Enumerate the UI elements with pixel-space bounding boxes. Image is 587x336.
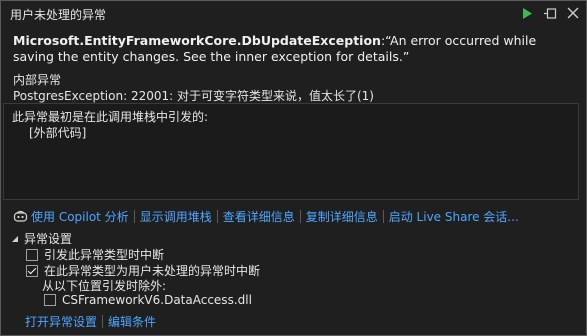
inner-exception-message: PostgresException: 22001: 对于可变字符类型来说，值太长… — [13, 89, 374, 103]
separator — [102, 315, 104, 328]
view-details-link[interactable]: 查看详细信息 — [223, 208, 295, 225]
exception-helper-window: 用户未处理的异常 Microsoft.EntityFrameworkCore.D… — [0, 0, 587, 336]
copy-details-link[interactable]: 复制详细信息 — [306, 208, 378, 225]
dll-exception-option[interactable]: CSFrameworkV6.DataAccess.dll — [44, 293, 252, 307]
exception-type: Microsoft.EntityFrameworkCore.DbUpdateEx… — [13, 33, 381, 48]
break-on-thrown-option[interactable]: 引发此异常类型时中断 — [26, 246, 164, 263]
exception-content: Microsoft.EntityFrameworkCore.DbUpdateEx… — [13, 33, 573, 104]
title-bar-controls — [520, 5, 580, 21]
separator — [133, 210, 135, 223]
continue-play-icon[interactable] — [520, 5, 534, 21]
edit-conditions-link[interactable]: 编辑条件 — [108, 313, 156, 330]
exception-summary: Microsoft.EntityFrameworkCore.DbUpdateEx… — [13, 33, 573, 65]
close-icon[interactable] — [566, 5, 580, 21]
collapse-triangle-icon[interactable] — [11, 235, 19, 243]
settings-links: 打开异常设置 编辑条件 — [25, 313, 156, 330]
dll-name: CSFrameworkV6.DataAccess.dll — [62, 293, 252, 307]
dll-exception-checkbox[interactable] — [44, 294, 56, 306]
restore-window-icon[interactable] — [543, 5, 557, 21]
break-on-thrown-label: 引发此异常类型时中断 — [44, 248, 165, 262]
exception-settings-label: 异常设置 — [24, 232, 73, 246]
separator — [382, 210, 384, 223]
break-unhandled-checkbox[interactable] — [26, 264, 38, 277]
call-stack-header: 此异常最初是在此调用堆栈中引发的: — [12, 110, 209, 124]
inner-exception: 内部异常 PostgresException: 22001: 对于可变字符类型来… — [13, 72, 573, 104]
call-stack-box: 此异常最初是在此调用堆栈中引发的: [外部代码] — [3, 103, 579, 200]
break-on-thrown-checkbox[interactable] — [26, 248, 38, 261]
separator — [299, 210, 301, 223]
analyze-with-copilot-link[interactable]: 使用 Copilot 分析 — [31, 208, 129, 225]
copilot-icon — [13, 210, 28, 223]
open-exception-settings-link[interactable]: 打开异常设置 — [25, 313, 97, 330]
window-title: 用户未处理的异常 — [10, 8, 107, 22]
except-from-label: 从以下位置引发时除外: — [42, 279, 167, 293]
start-live-share-link[interactable]: 启动 Live Share 会话... — [389, 208, 519, 225]
external-code-frame[interactable]: [外部代码] — [29, 124, 86, 141]
action-links: 使用 Copilot 分析 显示调用堆栈 查看详细信息 复制详细信息 启动 Li… — [13, 208, 519, 225]
title-bar: 用户未处理的异常 — [1, 1, 586, 25]
separator — [216, 210, 218, 223]
exception-settings-header[interactable]: 异常设置 — [11, 230, 72, 247]
inner-exception-label: 内部异常 — [13, 73, 62, 87]
show-call-stack-link[interactable]: 显示调用堆栈 — [140, 208, 212, 225]
